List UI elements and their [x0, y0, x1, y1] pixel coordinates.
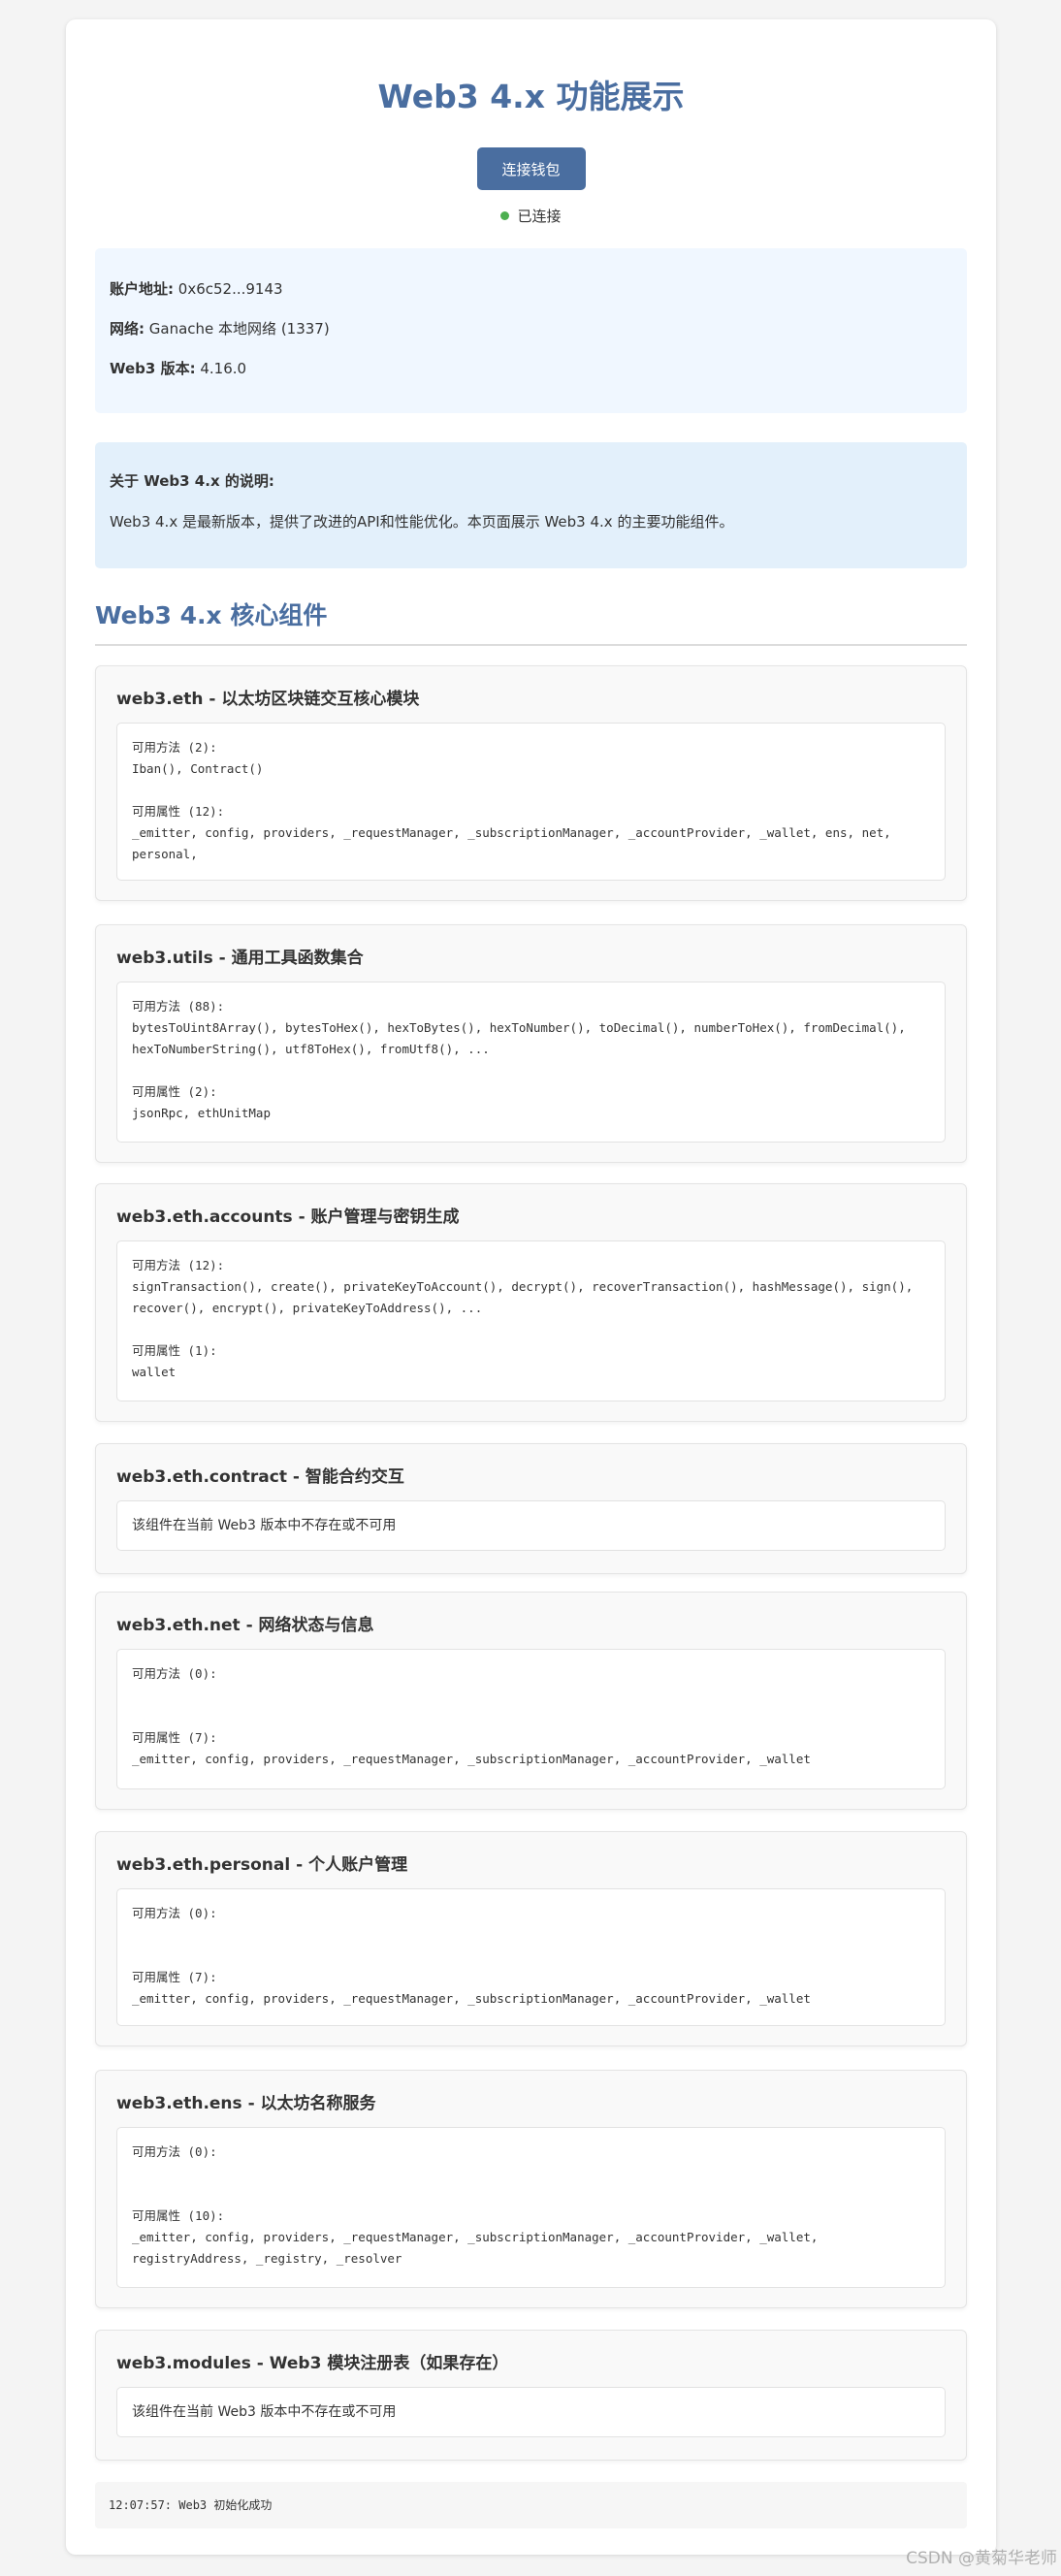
component-card-modules: web3.modules - Web3 模块注册表（如果存在） 该组件在当前 W… [95, 2330, 967, 2461]
component-card-net: web3.eth.net - 网络状态与信息 可用方法 (0): 可用属性 (7… [95, 1592, 967, 1810]
component-card-eth: web3.eth - 以太坊区块链交互核心模块 可用方法 (2): Iban()… [95, 665, 967, 901]
unavailable-message: 该组件在当前 Web3 版本中不存在或不可用 [116, 1500, 946, 1551]
component-title: web3.modules - Web3 模块注册表（如果存在） [116, 2354, 509, 2373]
methods-list: bytesToUint8Array(), bytesToHex(), hexTo… [132, 1020, 906, 1056]
component-details: 可用方法 (0): 可用属性 (7): _emitter, config, pr… [116, 1649, 946, 1789]
info-value: Ganache 本地网络 (1337) [148, 320, 330, 338]
info-label: 网络: [110, 320, 145, 338]
info-value: 0x6c52...9143 [177, 280, 283, 298]
info-value: 4.16.0 [200, 360, 247, 377]
component-card-personal: web3.eth.personal - 个人账户管理 可用方法 (0): 可用属… [95, 1831, 967, 2046]
component-details: 可用方法 (2): Iban(), Contract() 可用属性 (12): … [116, 723, 946, 881]
info-label: 账户地址: [110, 280, 174, 298]
props-label: 可用属性 (1): [132, 1343, 217, 1358]
status-text: 已连接 [517, 208, 562, 225]
log-output: 12:07:57: Web3 初始化成功 [95, 2482, 967, 2528]
info-label: Web3 版本: [110, 360, 196, 377]
component-details: 可用方法 (0): 可用属性 (10): _emitter, config, p… [116, 2127, 946, 2288]
unavailable-message: 该组件在当前 Web3 版本中不存在或不可用 [116, 2387, 946, 2437]
component-title: web3.eth.net - 网络状态与信息 [116, 1616, 374, 1635]
component-title: web3.eth.accounts - 账户管理与密钥生成 [116, 1208, 460, 1227]
methods-label: 可用方法 (12): [132, 1258, 225, 1272]
methods-label: 可用方法 (2): [132, 740, 217, 755]
connect-wallet-button[interactable]: 连接钱包 [476, 147, 586, 190]
props-label: 可用属性 (2): [132, 1084, 217, 1099]
main-card: Web3 4.x 功能展示 连接钱包 已连接 账户地址: 0x6c52...91… [66, 19, 996, 2555]
watermark: CSDN @黄菊华老师 [906, 2549, 1057, 2568]
component-title: web3.eth - 以太坊区块链交互核心模块 [116, 690, 420, 709]
methods-label: 可用方法 (0): [132, 1666, 217, 1681]
page-title: Web3 4.x 功能展示 [377, 78, 685, 115]
account-info-box: 账户地址: 0x6c52...9143 网络: Ganache 本地网络 (13… [95, 248, 967, 413]
methods-list: signTransaction(), create(), privateKeyT… [132, 1279, 914, 1315]
component-card-ens: web3.eth.ens - 以太坊名称服务 可用方法 (0): 可用属性 (1… [95, 2070, 967, 2308]
note-text: Web3 4.x 是最新版本，提供了改进的API和性能优化。本页面展示 Web3… [110, 513, 734, 531]
methods-list: Iban(), Contract() [132, 761, 264, 776]
props-label: 可用属性 (7): [132, 1730, 217, 1745]
methods-label: 可用方法 (88): [132, 999, 225, 1014]
component-title: web3.eth.contract - 智能合约交互 [116, 1467, 404, 1487]
note-title: 关于 Web3 4.x 的说明: [110, 472, 274, 490]
props-list: jsonRpc, ethUnitMap [132, 1106, 271, 1120]
version-line: Web3 版本: 4.16.0 [110, 359, 952, 378]
props-label: 可用属性 (7): [132, 1970, 217, 1984]
methods-list [132, 2163, 930, 2184]
account-address-line: 账户地址: 0x6c52...9143 [110, 279, 952, 299]
props-list: wallet [132, 1365, 177, 1379]
props-list: _emitter, config, providers, _requestMan… [132, 2230, 819, 2266]
methods-label: 可用方法 (0): [132, 1906, 217, 1920]
component-title: web3.eth.ens - 以太坊名称服务 [116, 2094, 376, 2113]
props-list: _emitter, config, providers, _requestMan… [132, 1991, 811, 2006]
connection-status: 已连接 [95, 206, 967, 227]
about-note: 关于 Web3 4.x 的说明: Web3 4.x 是最新版本，提供了改进的AP… [95, 442, 967, 568]
component-list: web3.eth - 以太坊区块链交互核心模块 可用方法 (2): Iban()… [95, 665, 967, 2461]
methods-list [132, 1924, 930, 1946]
component-details: 可用方法 (12): signTransaction(), create(), … [116, 1240, 946, 1401]
component-details: 可用方法 (88): bytesToUint8Array(), bytesToH… [116, 982, 946, 1143]
component-card-utils: web3.utils - 通用工具函数集合 可用方法 (88): bytesTo… [95, 924, 967, 1163]
props-list: _emitter, config, providers, _requestMan… [132, 1752, 811, 1766]
props-label: 可用属性 (12): [132, 804, 225, 819]
status-dot-icon [500, 211, 510, 220]
section-title: Web3 4.x 核心组件 [95, 601, 328, 629]
component-card-contract: web3.eth.contract - 智能合约交互 该组件在当前 Web3 版… [95, 1443, 967, 1574]
methods-list [132, 1685, 930, 1706]
section-divider [95, 644, 967, 646]
methods-label: 可用方法 (0): [132, 2144, 217, 2159]
props-label: 可用属性 (10): [132, 2208, 225, 2223]
component-title: web3.eth.personal - 个人账户管理 [116, 1855, 408, 1875]
component-card-accounts: web3.eth.accounts - 账户管理与密钥生成 可用方法 (12):… [95, 1183, 967, 1422]
component-title: web3.utils - 通用工具函数集合 [116, 949, 364, 968]
network-line: 网络: Ganache 本地网络 (1337) [110, 319, 952, 338]
component-details: 可用方法 (0): 可用属性 (7): _emitter, config, pr… [116, 1888, 946, 2026]
props-list: _emitter, config, providers, _requestMan… [132, 825, 891, 861]
